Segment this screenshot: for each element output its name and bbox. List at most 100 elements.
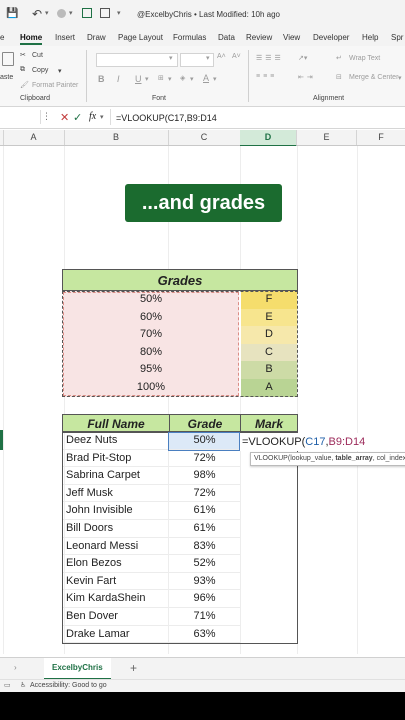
student-grade-cell[interactable]: 72% <box>169 485 240 503</box>
font-name-dropdown-icon[interactable]: ▾ <box>169 54 173 62</box>
tab-file[interactable]: e <box>0 33 4 42</box>
grades-letter-cell[interactable]: D <box>240 326 297 344</box>
accessibility-icon[interactable]: ♿ <box>20 681 26 689</box>
cut-button[interactable]: Cut <box>32 52 43 59</box>
tab-developer[interactable]: Developer <box>313 33 349 42</box>
font-size-dropdown-icon[interactable]: ▾ <box>206 54 210 62</box>
student-name-cell[interactable]: Ben Dover <box>63 608 168 626</box>
name-box[interactable] <box>0 110 41 124</box>
function-tooltip[interactable]: VLOOKUP(lookup_value, table_array, col_i… <box>250 452 405 466</box>
sheet-tab-excelbychris[interactable]: ExcelbyChris <box>44 658 111 680</box>
scroll-sheets-icon[interactable]: › <box>14 663 17 672</box>
fill-color-icon[interactable]: ◈ <box>180 74 185 82</box>
cancel-icon[interactable]: ✕ <box>60 111 69 124</box>
tab-data[interactable]: Data <box>218 33 235 42</box>
active-cell-editor[interactable]: =VLOOKUP(C17,B9:D14 <box>240 433 405 451</box>
customize-dropdown-icon[interactable]: ▾ <box>117 9 121 17</box>
wrap-text-icon[interactable]: ↵ <box>336 54 342 62</box>
grades-score-cell[interactable]: 80% <box>63 343 239 362</box>
formula-bar-more-icon[interactable]: ⋮ <box>42 111 51 122</box>
merge-center-button[interactable]: Merge & Center <box>349 74 398 81</box>
student-grade-cell[interactable]: 93% <box>169 573 240 591</box>
enter-icon[interactable]: ✓ <box>73 111 82 124</box>
formula-dropdown-icon[interactable]: ▾ <box>100 113 104 121</box>
undo-dropdown-icon[interactable]: ▾ <box>45 9 49 17</box>
copy-icon[interactable]: ⧉ <box>20 66 25 74</box>
copy-button[interactable]: Copy <box>32 67 48 74</box>
student-name-cell[interactable]: Kim KardaShein <box>63 590 168 608</box>
student-grade-cell[interactable]: 72% <box>169 450 240 468</box>
italic-button[interactable]: I <box>117 74 120 84</box>
student-grade-cell[interactable]: 71% <box>169 608 240 626</box>
formula-input[interactable]: =VLOOKUP(C17,B9:D14 <box>116 113 217 123</box>
font-color-dropdown-icon[interactable]: ▾ <box>213 75 217 83</box>
column-header-f[interactable]: F <box>357 130 405 145</box>
student-grade-cell[interactable]: 50% <box>169 432 240 450</box>
sheet-icon[interactable] <box>100 8 110 18</box>
tooltip-arg2[interactable]: table_array <box>335 455 372 462</box>
redo-icon[interactable] <box>57 9 66 18</box>
student-name-cell[interactable]: Leonard Messi <box>63 538 168 556</box>
undo-icon[interactable]: ↶ <box>32 7 42 21</box>
wrap-text-button[interactable]: Wrap Text <box>349 55 380 62</box>
tab-view[interactable]: View <box>283 33 300 42</box>
grades-letter-cell[interactable]: B <box>240 361 297 379</box>
student-name-cell[interactable]: Sabrina Carpet <box>63 467 168 485</box>
grades-letter-cell[interactable]: A <box>240 379 297 397</box>
grades-letter-cell[interactable]: E <box>240 308 297 327</box>
borders-icon[interactable]: ⊞ <box>158 74 164 82</box>
column-header-d[interactable]: D <box>240 130 297 147</box>
underline-dropdown-icon[interactable]: ▾ <box>145 75 149 83</box>
student-name-cell[interactable]: Brad Pit-Stop <box>63 450 168 468</box>
tab-formulas[interactable]: Formulas <box>173 33 206 42</box>
paste-icon[interactable] <box>2 52 14 66</box>
grades-letter-cell[interactable]: C <box>240 343 297 362</box>
tab-review[interactable]: Review <box>246 33 272 42</box>
student-grade-cell[interactable]: 61% <box>169 502 240 520</box>
grades-score-cell[interactable]: 50% <box>63 291 239 309</box>
insert-function-button[interactable]: fx <box>89 111 96 122</box>
fill-color-dropdown-icon[interactable]: ▾ <box>190 75 194 83</box>
merge-dropdown-icon[interactable]: ▾ <box>398 74 402 82</box>
tab-page-layout[interactable]: Page Layout <box>118 33 163 42</box>
student-grade-cell[interactable]: 63% <box>169 626 240 644</box>
underline-button[interactable]: U <box>135 74 142 84</box>
tab-insert[interactable]: Insert <box>55 33 75 42</box>
student-name-cell[interactable]: Jeff Musk <box>63 485 168 503</box>
grades-score-cell[interactable]: 70% <box>63 326 239 344</box>
column-header-c[interactable]: C <box>168 130 241 145</box>
grades-score-cell[interactable]: 95% <box>63 361 239 379</box>
merge-icon[interactable]: ⊟ <box>336 73 342 81</box>
tab-home[interactable]: Home <box>20 33 43 45</box>
student-grade-cell[interactable]: 52% <box>169 555 240 573</box>
column-header-e[interactable]: E <box>297 130 357 145</box>
vertical-align-icons[interactable]: ☰☰☰ <box>256 54 284 62</box>
save-icon[interactable]: 💾 <box>6 8 18 19</box>
student-name-cell[interactable]: Kevin Fart <box>63 573 168 591</box>
tab-spr[interactable]: Spr <box>391 33 403 42</box>
font-name-box[interactable] <box>96 53 178 67</box>
student-grade-cell[interactable]: 98% <box>169 467 240 485</box>
grades-letter-cell[interactable]: F <box>240 291 297 309</box>
grid-icon[interactable] <box>82 8 92 18</box>
format-painter-icon[interactable]: 🖌 <box>20 81 29 89</box>
copy-dropdown-icon[interactable]: ▾ <box>58 67 62 75</box>
student-name-cell[interactable]: Deez Nuts <box>63 432 168 450</box>
tab-help[interactable]: Help <box>362 33 378 42</box>
student-name-cell[interactable]: John Invisible <box>63 502 168 520</box>
student-name-cell[interactable]: Elon Bezos <box>63 555 168 573</box>
decrease-font-icon[interactable]: A˅ <box>232 53 241 60</box>
student-name-cell[interactable]: Drake Lamar <box>63 626 168 644</box>
grades-score-cell[interactable]: 60% <box>63 308 239 327</box>
orientation-icon[interactable]: ↗▾ <box>298 54 307 62</box>
scissors-icon[interactable]: ✂ <box>20 51 26 59</box>
student-name-cell[interactable]: Bill Doors <box>63 520 168 538</box>
tooltip-arg1[interactable]: lookup_value <box>290 455 331 462</box>
grades-score-cell[interactable]: 100% <box>63 379 239 397</box>
tooltip-arg3[interactable]: col_index_n <box>377 455 405 462</box>
student-grade-cell[interactable]: 83% <box>169 538 240 556</box>
add-sheet-icon[interactable]: + <box>130 661 137 675</box>
accessibility-status[interactable]: Accessibility: Good to go <box>30 682 107 689</box>
student-grade-cell[interactable]: 61% <box>169 520 240 538</box>
student-grade-cell[interactable]: 96% <box>169 590 240 608</box>
